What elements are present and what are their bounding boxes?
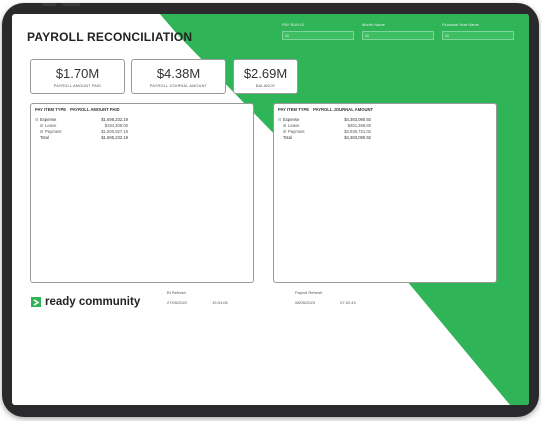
- filter-financial-year[interactable]: Financial Year Name All: [442, 22, 514, 40]
- kpi-value: $1.70M: [55, 66, 100, 81]
- brand-name: ready community: [45, 296, 141, 308]
- kpi-label: PAYROLL AMOUNT PAID: [53, 84, 102, 88]
- kpi-value: $4.38M: [156, 66, 201, 81]
- refresh-date: 27/05/2022: [167, 300, 188, 305]
- tablet-volume-button: [42, 3, 56, 6]
- tablet-power-button: [62, 3, 80, 6]
- filter-label: Month Name: [362, 22, 385, 27]
- filter-label: PAY RUN ID: [282, 22, 305, 27]
- logo-arrow-icon: [31, 297, 41, 307]
- table-header: PAY ITEM TYPE PAYROLL JOURNAL AMOUNT: [278, 107, 492, 112]
- bi-refresh-info: BI Refresh 27/05/2022 15:31:06: [167, 290, 252, 305]
- kpi-label: PAYROLL JOURNAL AMOUNT: [149, 84, 208, 88]
- payroll-refresh-info: Payroll Refresh 08/05/2023 07:02:43: [295, 290, 380, 305]
- row-label: Expense: [283, 117, 300, 122]
- row-label: Payment: [288, 129, 305, 134]
- table-total-row: Total $4,383,090.92: [278, 135, 492, 141]
- filter-label: Financial Year Name: [442, 22, 479, 27]
- kpi-card-journal-amount: $4.38M PAYROLL JOURNAL AMOUNT: [131, 59, 226, 94]
- kpi-label: BALANCE: [255, 84, 276, 88]
- row-label: Leave: [45, 123, 57, 128]
- report-screen: PAYROLL RECONCILIATION PAY RUN ID All Mo…: [12, 14, 529, 405]
- brand-logo: ready community: [31, 296, 140, 308]
- filter-dropdown[interactable]: All: [442, 31, 514, 40]
- refresh-time: 07:02:43: [340, 300, 356, 305]
- row-label: Total: [40, 135, 49, 140]
- refresh-date: 08/05/2023: [295, 300, 316, 305]
- column-header[interactable]: PAY ITEM TYPE: [278, 107, 309, 112]
- tablet-frame: PAYROLL RECONCILIATION PAY RUN ID All Mo…: [2, 3, 539, 417]
- kpi-card-balance: $2.69M BALANCE: [233, 59, 298, 94]
- kpi-value: $2.69M: [243, 66, 288, 81]
- row-value: $4,383,090.92: [344, 135, 371, 140]
- filter-month-name[interactable]: Month Name All: [362, 22, 434, 40]
- table-payroll-journal-amount: PAY ITEM TYPE PAYROLL JOURNAL AMOUNT ⊟Ex…: [273, 103, 497, 283]
- refresh-time: 15:31:06: [212, 300, 228, 305]
- row-label: Total: [283, 135, 292, 140]
- column-header[interactable]: PAY ITEM TYPE: [35, 107, 66, 112]
- filter-dropdown[interactable]: All: [282, 31, 354, 40]
- column-header[interactable]: PAYROLL AMOUNT PAID: [70, 107, 119, 112]
- row-label: Leave: [288, 123, 300, 128]
- table-header: PAY ITEM TYPE PAYROLL AMOUNT PAID: [35, 107, 249, 112]
- refresh-label: Payroll Refresh: [295, 290, 323, 295]
- filter-pay-run-id[interactable]: PAY RUN ID All: [282, 22, 354, 40]
- row-label: Payment: [45, 129, 62, 134]
- refresh-label: BI Refresh: [167, 290, 186, 295]
- row-label: Expense: [40, 117, 57, 122]
- row-value: $1,695,232.19: [101, 135, 128, 140]
- table-total-row: Total $1,695,232.19: [35, 135, 249, 141]
- filter-dropdown[interactable]: All: [362, 31, 434, 40]
- page-title: PAYROLL RECONCILIATION: [27, 30, 193, 44]
- kpi-card-amount-paid: $1.70M PAYROLL AMOUNT PAID: [30, 59, 125, 94]
- table-payroll-amount-paid: PAY ITEM TYPE PAYROLL AMOUNT PAID ⊟Expen…: [30, 103, 254, 283]
- column-header[interactable]: PAYROLL JOURNAL AMOUNT: [313, 107, 373, 112]
